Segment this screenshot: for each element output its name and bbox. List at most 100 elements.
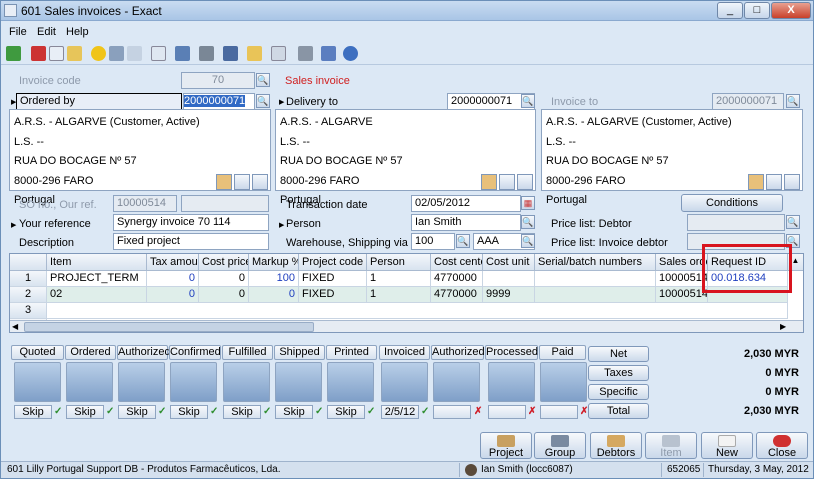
paid-field[interactable]	[540, 405, 578, 419]
truck-icon[interactable]	[275, 362, 322, 402]
invoice-window-icon[interactable]	[784, 174, 800, 190]
cell-cost-price[interactable]: 0	[199, 287, 249, 303]
checkmark-icon[interactable]	[118, 362, 165, 402]
printer-icon[interactable]	[327, 362, 374, 402]
col-serial[interactable]: Serial/batch numbers	[535, 254, 656, 271]
back-icon[interactable]	[6, 46, 21, 61]
cell-cost-unit[interactable]	[483, 271, 535, 287]
col-cost-unit[interactable]: Cost unit	[483, 254, 535, 271]
cell-cost-center[interactable]: 4770000	[431, 271, 483, 287]
debtors-button[interactable]: Debtors	[590, 432, 642, 459]
net-button[interactable]: Net	[588, 346, 649, 362]
ordered-by-field[interactable]: 2000000071	[183, 93, 255, 110]
coins-icon[interactable]	[540, 362, 587, 402]
horizontal-scrollbar[interactable]: ◀ ▶	[10, 320, 803, 332]
calendar-icon[interactable]: ▦	[521, 196, 535, 210]
col-cost-center[interactable]: Cost cente	[431, 254, 483, 271]
col-project-code[interactable]: Project code	[299, 254, 367, 271]
transfer-icon[interactable]	[109, 46, 124, 61]
cell-person[interactable]: 1	[367, 271, 431, 287]
delivery-card-icon[interactable]	[499, 174, 515, 190]
col-cost-price[interactable]: Cost price	[199, 254, 249, 271]
print-icon[interactable]	[199, 46, 214, 61]
address-window-icon[interactable]	[252, 174, 268, 190]
copy-icon[interactable]	[49, 46, 64, 61]
delivery-window-icon[interactable]	[517, 174, 533, 190]
ordered-by-lookup-icon[interactable]: 🔍	[256, 94, 270, 108]
cell-cost-unit[interactable]: 9999	[483, 287, 535, 303]
processed-dollar-icon[interactable]	[488, 362, 535, 402]
your-reference-field[interactable]: Synergy invoice 70 114	[113, 214, 269, 231]
row-number[interactable]: 1	[10, 271, 47, 287]
cell-markup[interactable]: 100	[249, 271, 299, 287]
box-icon[interactable]	[66, 362, 113, 402]
scroll-thumb[interactable]	[24, 322, 314, 332]
invoice-card-icon[interactable]	[766, 174, 782, 190]
status-ordered[interactable]: Ordered	[65, 345, 116, 360]
status-quoted[interactable]: Quoted	[11, 345, 64, 360]
menu-file[interactable]: File	[9, 26, 27, 38]
processed-field[interactable]	[488, 405, 526, 419]
scroll-right-icon[interactable]: ▶	[780, 322, 786, 331]
pin-icon[interactable]	[223, 46, 238, 61]
status-authorized[interactable]: Authorized	[117, 345, 171, 360]
notes-icon[interactable]	[321, 46, 336, 61]
edit-address-icon[interactable]	[216, 174, 232, 190]
status-fulfilled[interactable]: Fulfilled	[222, 345, 273, 360]
cell-item[interactable]: PROJECT_TERM	[47, 271, 147, 287]
cell-item[interactable]: 02	[47, 287, 147, 303]
menu-help[interactable]: Help	[66, 26, 89, 38]
calculator-icon[interactable]	[14, 362, 61, 402]
edit-invoice-address-icon[interactable]	[748, 174, 764, 190]
invoice-dollar-icon[interactable]	[381, 362, 428, 402]
invoice-code-lookup-icon[interactable]: 🔍	[256, 73, 270, 87]
warehouse-lookup-icon[interactable]: 🔍	[456, 234, 470, 248]
project-button[interactable]: Project	[480, 432, 532, 459]
close-button[interactable]: Close	[756, 432, 808, 459]
edit-icon[interactable]	[127, 46, 142, 61]
skip-quoted-button[interactable]: Skip	[14, 405, 52, 419]
authorize-check-icon[interactable]	[433, 362, 480, 402]
shipping-lookup-icon[interactable]: 🔍	[521, 234, 535, 248]
person-lookup-icon[interactable]: 🔍	[521, 215, 535, 229]
confirm-badge-icon[interactable]	[170, 362, 217, 402]
document-icon[interactable]	[271, 46, 286, 61]
status-paid[interactable]: Paid	[539, 345, 586, 360]
cell-serial[interactable]	[535, 271, 656, 287]
attach-icon[interactable]	[298, 46, 313, 61]
cell-serial[interactable]	[535, 287, 656, 303]
taxes-button[interactable]: Taxes	[588, 365, 649, 381]
folder-icon[interactable]	[247, 46, 262, 61]
cell-tax[interactable]: 0	[147, 287, 199, 303]
item-button[interactable]: Item	[645, 432, 697, 459]
col-markup[interactable]: Markup %	[249, 254, 299, 271]
status-printed[interactable]: Printed	[326, 345, 377, 360]
help-icon[interactable]	[343, 46, 358, 61]
address-card-icon[interactable]	[234, 174, 250, 190]
scroll-left-icon[interactable]: ◀	[12, 322, 18, 331]
maximize-button[interactable]: □	[744, 2, 770, 19]
status-confirmed[interactable]: Confirmed	[169, 345, 221, 360]
skip-authorized-button[interactable]: Skip	[118, 405, 156, 419]
deliver-icon[interactable]	[223, 362, 270, 402]
skip-ordered-button[interactable]: Skip	[66, 405, 104, 419]
skip-confirmed-button[interactable]: Skip	[170, 405, 208, 419]
cell-sales-order[interactable]: 10000514	[656, 271, 708, 287]
cell-markup[interactable]: 0	[249, 287, 299, 303]
conditions-button[interactable]: Conditions	[681, 194, 783, 212]
cell-tax[interactable]: 0	[147, 271, 199, 287]
skip-printed-button[interactable]: Skip	[327, 405, 365, 419]
col-sales-order[interactable]: Sales orde	[656, 254, 708, 271]
authorized-2-field[interactable]	[433, 405, 471, 419]
person-field[interactable]: Ian Smith	[411, 214, 521, 231]
cell-cost-price[interactable]: 0	[199, 271, 249, 287]
menu-edit[interactable]: Edit	[37, 26, 56, 38]
specific-button[interactable]: Specific	[588, 384, 649, 400]
edit-delivery-address-icon[interactable]	[481, 174, 497, 190]
transaction-date-field[interactable]: 02/05/2012	[411, 195, 521, 212]
minimize-button[interactable]: _	[717, 2, 743, 19]
invoice-to-lookup-icon[interactable]: 🔍	[786, 94, 800, 108]
col-tax[interactable]: Tax amou	[147, 254, 199, 271]
group-button[interactable]: Group	[534, 432, 586, 459]
close-window-button[interactable]: X	[771, 2, 811, 19]
